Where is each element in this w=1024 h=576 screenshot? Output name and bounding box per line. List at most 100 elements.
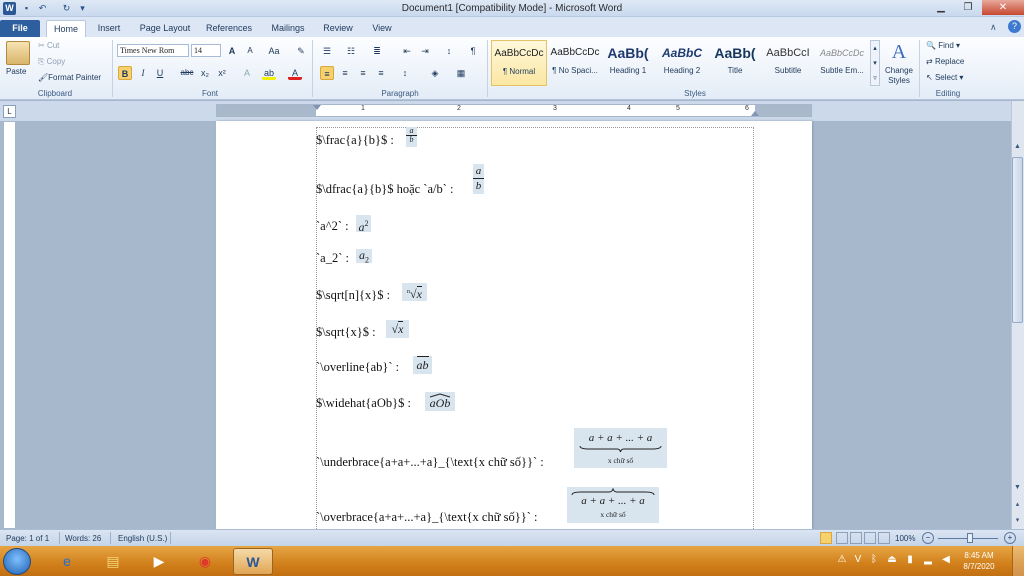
- font-color-icon[interactable]: A: [288, 66, 302, 80]
- replace-button[interactable]: ⇄ Replace: [926, 57, 964, 66]
- power-icon[interactable]: ▮: [904, 554, 916, 566]
- equation-dfrac[interactable]: a b: [473, 164, 484, 194]
- change-styles-icon[interactable]: A: [885, 41, 913, 64]
- outline-icon[interactable]: [864, 532, 876, 544]
- equation-power[interactable]: a2: [356, 215, 371, 234]
- equation-subscript[interactable]: a2: [356, 249, 372, 264]
- justify-icon[interactable]: ≡: [374, 66, 388, 80]
- vertical-ruler[interactable]: [3, 121, 16, 529]
- tab-references[interactable]: References: [200, 20, 258, 37]
- doc-line[interactable]: `\underbrace{a+a+...+a}_{\text{x chữ số}…: [316, 455, 544, 470]
- show-desktop-button[interactable]: [1012, 546, 1024, 576]
- volume-icon[interactable]: ◀: [940, 554, 952, 566]
- superscript-button[interactable]: x²: [215, 66, 229, 80]
- web-layout-icon[interactable]: [850, 532, 862, 544]
- chrome-icon[interactable]: ◉: [185, 548, 225, 575]
- tab-view[interactable]: View: [364, 20, 400, 37]
- style-heading-1[interactable]: AaBb( Heading 1: [600, 40, 656, 86]
- vpn-icon[interactable]: V: [852, 554, 864, 566]
- show-marks-button[interactable]: ¶: [466, 44, 480, 58]
- grow-font-button[interactable]: A: [225, 44, 239, 58]
- first-line-indent-marker[interactable]: [313, 105, 321, 110]
- equation-overbrace[interactable]: a + a + ... + a x chữ số: [567, 487, 659, 523]
- font-size-select[interactable]: 14: [191, 44, 221, 57]
- bold-button[interactable]: B: [118, 66, 132, 80]
- equation-overline[interactable]: ab: [413, 356, 432, 374]
- zoom-in-icon[interactable]: +: [1004, 532, 1016, 544]
- tab-mailings[interactable]: Mailings: [264, 20, 312, 37]
- scrollbar-thumb[interactable]: [1012, 157, 1023, 323]
- sort-icon[interactable]: ↕: [442, 44, 456, 58]
- tab-insert[interactable]: Insert: [90, 20, 128, 37]
- language-indicator[interactable]: English (U.S.): [118, 534, 167, 543]
- style-title[interactable]: AaBb( Title: [707, 40, 763, 86]
- text-effects-icon[interactable]: A: [240, 66, 254, 80]
- multilevel-list-icon[interactable]: ≣: [370, 44, 384, 58]
- increase-indent-icon[interactable]: ⇥: [418, 44, 432, 58]
- shrink-font-button[interactable]: A: [243, 44, 257, 58]
- style-no-spacing[interactable]: AaBbCcDc ¶ No Spaci...: [547, 40, 603, 86]
- equation-widehat[interactable]: aOb: [425, 392, 455, 411]
- tab-review[interactable]: Review: [318, 20, 358, 37]
- borders-icon[interactable]: ▦: [454, 66, 468, 80]
- page-count[interactable]: Page: 1 of 1: [6, 534, 49, 543]
- internet-explorer-icon[interactable]: e: [47, 548, 87, 575]
- doc-line[interactable]: $\sqrt{x}$ :: [316, 325, 376, 340]
- copy-button[interactable]: ⎘ Copy: [38, 57, 65, 67]
- previous-page-icon[interactable]: ▴: [1012, 500, 1023, 510]
- tab-page-layout[interactable]: Page Layout: [134, 20, 196, 37]
- cut-button[interactable]: ✂ Cut: [38, 41, 59, 50]
- style-normal[interactable]: AaBbCcDc ¶ Normal: [491, 40, 547, 86]
- tab-selector[interactable]: L: [3, 105, 16, 118]
- close-button[interactable]: ✕: [982, 0, 1024, 15]
- print-layout-icon[interactable]: [820, 532, 832, 544]
- align-left-icon[interactable]: ≡: [320, 66, 334, 80]
- zoom-level[interactable]: 100%: [895, 534, 915, 543]
- system-clock[interactable]: 8:45 AM 8/7/2020: [955, 550, 1003, 572]
- format-painter-button[interactable]: 🖌Format Painter: [38, 73, 101, 82]
- styles-scroll[interactable]: ▴ ▾ ▿: [870, 40, 880, 86]
- network-icon[interactable]: ▂: [922, 554, 934, 566]
- paste-button[interactable]: Paste: [6, 67, 26, 76]
- change-styles-button[interactable]: Change Styles: [882, 66, 916, 86]
- equation-underbrace[interactable]: a + a + ... + a x chữ số: [574, 428, 667, 468]
- bullets-icon[interactable]: ☰: [320, 44, 334, 58]
- file-explorer-icon[interactable]: ▤: [93, 548, 133, 575]
- change-case-button[interactable]: Aa: [264, 44, 284, 58]
- start-button[interactable]: [3, 548, 31, 575]
- full-screen-reading-icon[interactable]: [836, 532, 848, 544]
- minimize-button[interactable]: ▁: [928, 0, 954, 15]
- scroll-down-icon[interactable]: ▼: [1012, 484, 1023, 496]
- align-right-icon[interactable]: ≡: [356, 66, 370, 80]
- underline-button[interactable]: U: [153, 66, 167, 80]
- restore-button[interactable]: ❐: [955, 0, 981, 15]
- subscript-button[interactable]: x₂: [198, 66, 212, 80]
- style-heading-2[interactable]: AaBbC Heading 2: [654, 40, 710, 86]
- doc-line[interactable]: `\overline{ab}` :: [316, 360, 399, 375]
- tab-home[interactable]: Home: [46, 20, 86, 37]
- numbering-icon[interactable]: ☷: [344, 44, 358, 58]
- doc-line[interactable]: $\widehat{aOb}$ :: [316, 396, 411, 411]
- align-center-icon[interactable]: ≡: [338, 66, 352, 80]
- font-family-select[interactable]: Times New Rom: [117, 44, 189, 57]
- doc-line[interactable]: $\sqrt[n]{x}$ :: [316, 288, 390, 303]
- safely-remove-icon[interactable]: ⏏: [886, 554, 898, 566]
- horizontal-ruler[interactable]: 1 2 3 4 5 6: [216, 104, 812, 117]
- style-subtitle[interactable]: AaBbCcI Subtitle: [760, 40, 816, 86]
- draft-icon[interactable]: [878, 532, 890, 544]
- equation-frac[interactable]: a b: [406, 127, 417, 147]
- strikethrough-button[interactable]: abc: [178, 66, 196, 80]
- media-player-icon[interactable]: ▶: [139, 548, 179, 575]
- zoom-out-icon[interactable]: −: [922, 532, 934, 544]
- select-button[interactable]: ↖ Select ▾: [926, 73, 963, 82]
- word-count[interactable]: Words: 26: [65, 534, 101, 543]
- tab-file[interactable]: File: [0, 20, 40, 37]
- word-taskbar-button[interactable]: W: [233, 548, 273, 575]
- clear-formatting-icon[interactable]: ✎: [294, 44, 308, 58]
- ribbon-minimize-icon[interactable]: ∧: [990, 22, 997, 33]
- doc-line[interactable]: `a_2` :: [316, 251, 349, 266]
- doc-line[interactable]: $\dfrac{a}{b}$ hoặc `a/b` :: [316, 182, 453, 197]
- paste-icon[interactable]: [6, 41, 30, 65]
- scroll-up-icon[interactable]: ▲: [1012, 143, 1023, 155]
- doc-line[interactable]: `a^2` :: [316, 219, 349, 234]
